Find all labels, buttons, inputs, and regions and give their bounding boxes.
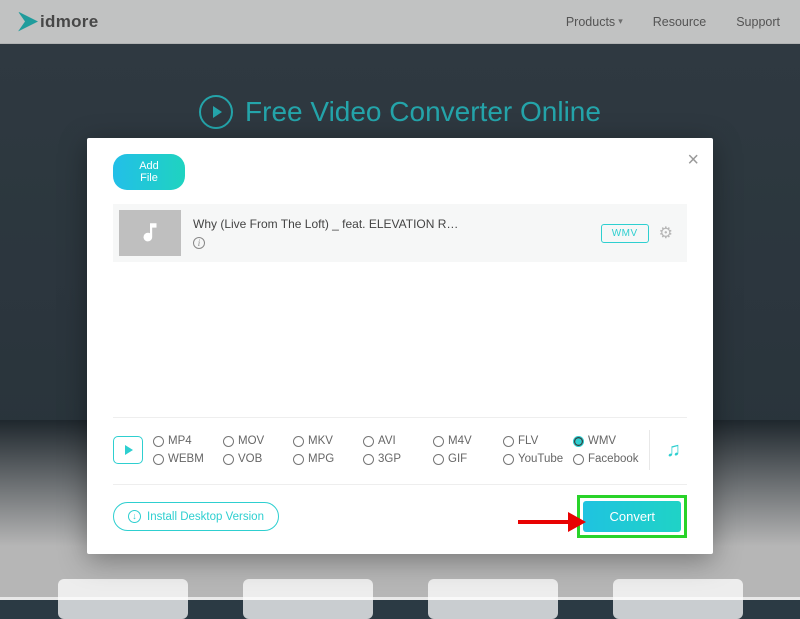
- format-option-m4v[interactable]: M4V: [433, 435, 499, 447]
- format-option-mkv[interactable]: MKV: [293, 435, 359, 447]
- format-panel: MP4 MOV MKV AVI M4V FLV WMV WEBM VOB MPG 3GP GIF You…: [113, 417, 687, 478]
- format-option-mpg[interactable]: MPG: [293, 453, 359, 465]
- format-option-mp4[interactable]: MP4: [153, 435, 219, 447]
- file-info: Why (Live From The Loft) _ feat. ELEVATI…: [193, 217, 589, 249]
- add-file-button[interactable]: Add File: [113, 154, 185, 190]
- format-badge[interactable]: WMV: [601, 224, 649, 243]
- format-option-avi[interactable]: AVI: [363, 435, 429, 447]
- music-note-icon: [137, 220, 163, 246]
- format-option-webm[interactable]: WEBM: [153, 453, 219, 465]
- gear-icon[interactable]: ⚙: [659, 223, 673, 243]
- info-icon[interactable]: i: [193, 237, 205, 249]
- close-icon[interactable]: ×: [687, 150, 699, 170]
- video-tab-icon[interactable]: [113, 436, 143, 464]
- install-label: Install Desktop Version: [147, 511, 264, 523]
- file-row: Why (Live From The Loft) _ feat. ELEVATI…: [113, 204, 687, 262]
- format-grid: MP4 MOV MKV AVI M4V FLV WMV WEBM VOB MPG 3GP GIF You…: [153, 435, 639, 465]
- background-cards: [0, 567, 800, 597]
- format-option-wmv[interactable]: WMV: [573, 435, 639, 447]
- file-name: Why (Live From The Loft) _ feat. ELEVATI…: [193, 217, 589, 231]
- audio-tab-icon[interactable]: ♫: [660, 439, 687, 462]
- format-option-3gp[interactable]: 3GP: [363, 453, 429, 465]
- convert-button[interactable]: Convert: [583, 501, 681, 532]
- format-option-gif[interactable]: GIF: [433, 453, 499, 465]
- format-option-flv[interactable]: FLV: [503, 435, 569, 447]
- divider: [649, 430, 650, 470]
- file-thumbnail: [119, 210, 181, 256]
- modal-footer: Install Desktop Version Convert: [113, 484, 687, 538]
- install-desktop-button[interactable]: Install Desktop Version: [113, 502, 279, 531]
- format-option-facebook[interactable]: Facebook: [573, 453, 639, 465]
- convert-highlight: Convert: [577, 495, 687, 538]
- converter-modal: × Add File Why (Live From The Loft) _ fe…: [87, 138, 713, 554]
- format-option-vob[interactable]: VOB: [223, 453, 289, 465]
- format-option-youtube[interactable]: YouTube: [503, 453, 569, 465]
- download-icon: [128, 510, 141, 523]
- format-option-mov[interactable]: MOV: [223, 435, 289, 447]
